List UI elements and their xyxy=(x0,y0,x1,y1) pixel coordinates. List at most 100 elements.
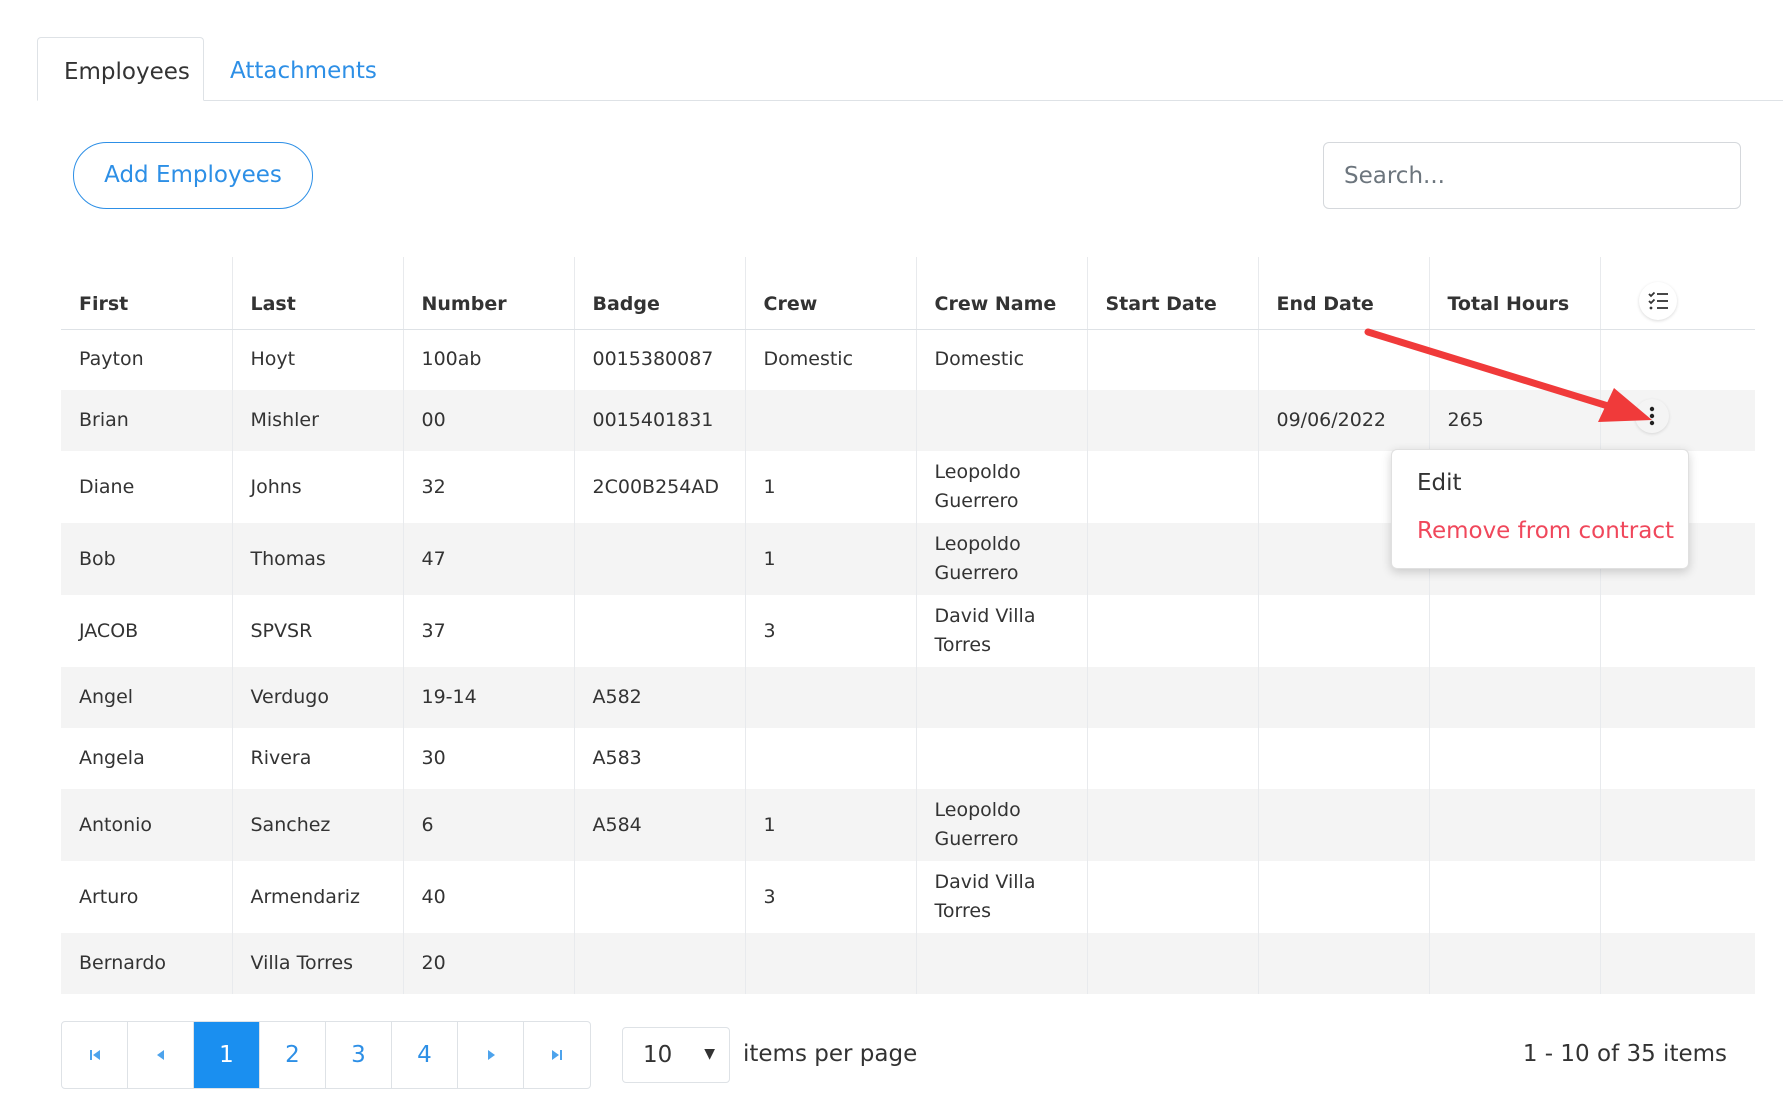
cell-crew: 1 xyxy=(745,451,917,523)
crew-name-line: Guerrero xyxy=(934,490,1019,512)
crew-name-line: Torres xyxy=(934,634,991,656)
cell-end-date xyxy=(1258,667,1430,728)
crew-name-line: Leopoldo xyxy=(934,461,1021,483)
column-header-badge[interactable]: Badge xyxy=(574,257,746,330)
cell-crew: 3 xyxy=(745,595,917,667)
page-button-4[interactable]: 4 xyxy=(392,1022,458,1088)
row-context-menu: Edit Remove from contract xyxy=(1391,449,1689,569)
cell-number: 47 xyxy=(403,523,575,595)
next-page-button[interactable] xyxy=(458,1022,524,1088)
pagination: 1 2 3 4 xyxy=(61,1021,591,1089)
cell-crew-name xyxy=(916,933,1088,994)
cell-start-date xyxy=(1087,595,1259,667)
cell-number: 6 xyxy=(403,789,575,861)
cell-number: 30 xyxy=(403,728,575,789)
cell-first: Diane xyxy=(61,451,233,523)
table-row[interactable]: Arturo Armendariz 40 3 David Villa Torres xyxy=(61,861,1755,933)
cell-first: Brian xyxy=(61,390,233,451)
cell-crew: 1 xyxy=(745,523,917,595)
cell-last: Villa Torres xyxy=(232,933,404,994)
cell-badge: 0015380087 xyxy=(574,329,746,390)
crew-name-line: Domestic xyxy=(934,348,1025,371)
cell-crew: 3 xyxy=(745,861,917,933)
table-row[interactable]: JACOB SPVSR 37 3 David Villa Torres xyxy=(61,595,1755,667)
cell-first: Bob xyxy=(61,523,233,595)
cell-badge xyxy=(574,595,746,667)
tab-attachments[interactable]: Attachments xyxy=(204,37,404,100)
cell-badge xyxy=(574,861,746,933)
crew-name-line: Guerrero xyxy=(934,828,1019,850)
cell-last: Thomas xyxy=(232,523,404,595)
cell-start-date xyxy=(1087,329,1259,390)
cell-end-date xyxy=(1258,861,1430,933)
table-row[interactable]: Antonio Sanchez 6 A584 1 Leopoldo Guerrer… xyxy=(61,789,1755,861)
cell-crew-name: David Villa Torres xyxy=(916,861,1088,933)
first-page-button[interactable] xyxy=(62,1022,128,1088)
menu-item-edit[interactable]: Edit xyxy=(1417,470,1462,496)
tab-employees[interactable]: Employees xyxy=(37,37,204,101)
column-header-last[interactable]: Last xyxy=(232,257,404,330)
cell-start-date xyxy=(1087,523,1259,595)
cell-crew-name: David Villa Torres xyxy=(916,595,1088,667)
column-header-number[interactable]: Number xyxy=(403,257,575,330)
cell-first: Payton xyxy=(61,329,233,390)
checklist-icon[interactable] xyxy=(1639,282,1677,320)
first-page-icon xyxy=(89,1050,100,1060)
prev-page-icon xyxy=(156,1050,164,1060)
prev-page-button[interactable] xyxy=(128,1022,194,1088)
crew-name-line: Leopoldo xyxy=(934,799,1021,821)
tab-bar: Employees Attachments xyxy=(37,37,1783,101)
cell-number: 00 xyxy=(403,390,575,451)
page-button-2[interactable]: 2 xyxy=(260,1022,326,1088)
cell-last: Verdugo xyxy=(232,667,404,728)
column-header-start-date[interactable]: Start Date xyxy=(1087,257,1259,330)
cell-actions xyxy=(1600,728,1755,789)
cell-last: SPVSR xyxy=(232,595,404,667)
cell-first: Antonio xyxy=(61,789,233,861)
cell-number: 19-14 xyxy=(403,667,575,728)
cell-total-hours xyxy=(1429,933,1601,994)
cell-crew-name: Leopoldo Guerrero xyxy=(916,451,1088,523)
cell-first: Arturo xyxy=(61,861,233,933)
crew-name-line: Leopoldo xyxy=(934,533,1021,555)
crew-name-line: Torres xyxy=(934,900,991,922)
add-employees-button[interactable]: Add Employees xyxy=(73,142,313,209)
cell-badge: 2C00B254AD xyxy=(574,451,746,523)
column-header-crew-name[interactable]: Crew Name xyxy=(916,257,1088,330)
cell-crew xyxy=(745,933,917,994)
column-header-first[interactable]: First xyxy=(61,257,233,330)
page-button-3[interactable]: 3 xyxy=(326,1022,392,1088)
cell-crew-name xyxy=(916,667,1088,728)
cell-start-date xyxy=(1087,667,1259,728)
page-button-1[interactable]: 1 xyxy=(194,1022,260,1088)
cell-crew: Domestic xyxy=(745,329,917,390)
items-per-page-select[interactable]: 10 ▼ xyxy=(622,1027,730,1083)
cell-start-date xyxy=(1087,933,1259,994)
cell-end-date xyxy=(1258,933,1430,994)
cell-first: Bernardo xyxy=(61,933,233,994)
cell-badge: A583 xyxy=(574,728,746,789)
cell-crew: 1 xyxy=(745,789,917,861)
items-per-page-label: items per page xyxy=(743,1041,918,1067)
search-input[interactable] xyxy=(1323,142,1741,209)
cell-total-hours xyxy=(1429,728,1601,789)
cell-actions xyxy=(1600,933,1755,994)
last-page-button[interactable] xyxy=(524,1022,590,1088)
menu-item-remove-from-contract[interactable]: Remove from contract xyxy=(1417,518,1674,544)
next-page-icon xyxy=(487,1050,495,1060)
table-row[interactable]: Bernardo Villa Torres 20 xyxy=(61,933,1755,994)
cell-last: Armendariz xyxy=(232,861,404,933)
cell-end-date xyxy=(1258,728,1430,789)
table-row[interactable]: Angela Rivera 30 A583 xyxy=(61,728,1755,789)
cell-total-hours xyxy=(1429,789,1601,861)
cell-end-date xyxy=(1258,789,1430,861)
table-row[interactable]: Angel Verdugo 19-14 A582 xyxy=(61,667,1755,728)
cell-first: Angela xyxy=(61,728,233,789)
cell-crew-name xyxy=(916,390,1088,451)
cell-last: Rivera xyxy=(232,728,404,789)
cell-start-date xyxy=(1087,728,1259,789)
cell-actions xyxy=(1600,667,1755,728)
cell-crew xyxy=(745,667,917,728)
cell-last: Hoyt xyxy=(232,329,404,390)
column-header-crew[interactable]: Crew xyxy=(745,257,917,330)
